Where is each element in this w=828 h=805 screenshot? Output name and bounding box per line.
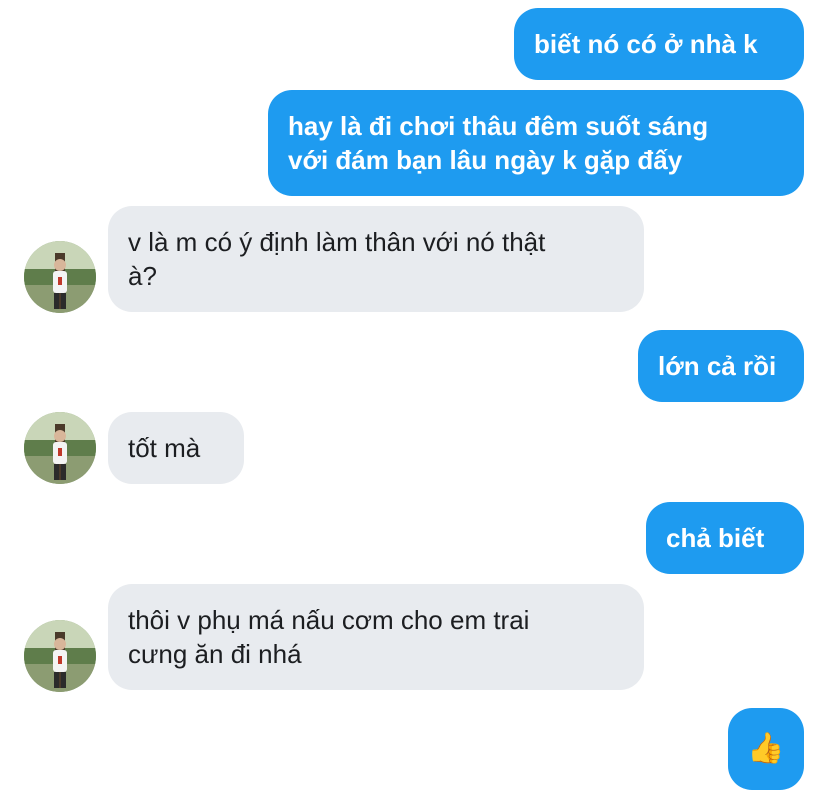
message-bubble-outgoing[interactable]: biết nó có ở nhà k: [514, 8, 804, 80]
message-bubble-outgoing[interactable]: hay là đi chơi thâu đêm suốt sáng với đá…: [268, 90, 804, 196]
message-text: lớn cả rồi: [658, 351, 777, 381]
message-text: v là m có ý định làm thân với nó thật à?: [128, 227, 546, 291]
message-bubble-outgoing[interactable]: chả biết: [646, 502, 804, 574]
avatar-photo: [24, 412, 96, 484]
message-text: hay là đi chơi thâu đêm suốt sáng với đá…: [288, 111, 709, 175]
contact-avatar[interactable]: [24, 241, 96, 313]
message-text: thôi v phụ má nấu cơm cho em trai cưng ă…: [128, 605, 530, 669]
message-bubble-incoming[interactable]: v là m có ý định làm thân với nó thật à?: [108, 206, 644, 312]
contact-avatar[interactable]: [24, 620, 96, 692]
thumbs-up-icon: 👍: [747, 732, 785, 765]
avatar-photo: [24, 241, 96, 313]
message-bubble-incoming[interactable]: tốt mà: [108, 412, 244, 484]
contact-avatar[interactable]: [24, 412, 96, 484]
message-text: tốt mà: [128, 433, 201, 463]
message-bubble-incoming[interactable]: thôi v phụ má nấu cơm cho em trai cưng ă…: [108, 584, 644, 690]
message-bubble-outgoing[interactable]: lớn cả rồi: [638, 330, 804, 402]
avatar-photo: [24, 620, 96, 692]
message-text: biết nó có ở nhà k: [534, 29, 758, 59]
message-text: chả biết: [666, 523, 765, 553]
message-bubble-outgoing[interactable]: 👍: [728, 708, 804, 790]
